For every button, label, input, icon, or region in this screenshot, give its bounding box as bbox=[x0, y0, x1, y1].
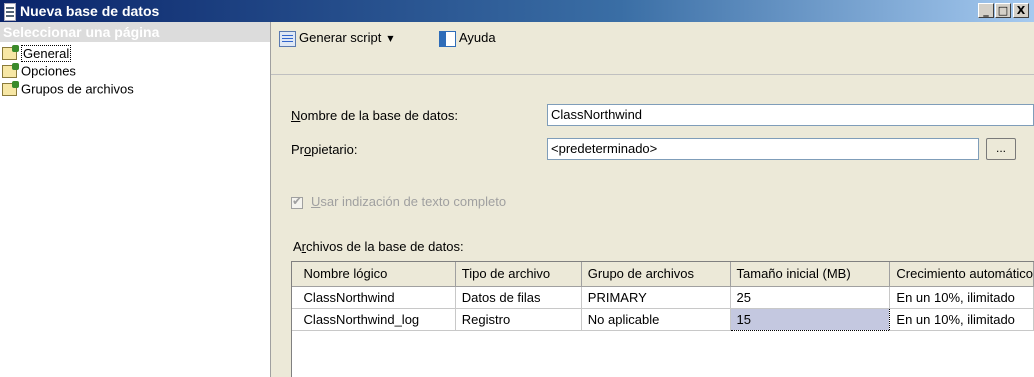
page-icon bbox=[2, 63, 19, 79]
fulltext-indexing-label: Usar indización de texto completo bbox=[311, 194, 507, 209]
cell-initial-size[interactable]: 25 bbox=[730, 286, 891, 309]
database-files-grid[interactable]: Nombre lógico Tipo de archivo Grupo de a… bbox=[291, 261, 1034, 377]
cell-file-type[interactable]: Registro bbox=[455, 308, 582, 331]
page-icon bbox=[2, 81, 19, 97]
grid-header-row: Nombre lógico Tipo de archivo Grupo de a… bbox=[292, 262, 1034, 287]
browse-owner-button[interactable]: ... bbox=[986, 138, 1016, 160]
owner-label: Propietario: bbox=[291, 142, 358, 157]
help-icon bbox=[439, 30, 456, 47]
help-label: Ayuda bbox=[459, 30, 496, 45]
db-name-label: Nombre de la base de datos: bbox=[291, 108, 458, 123]
cell-logical-name[interactable]: ClassNorthwind_log bbox=[297, 308, 456, 331]
database-icon bbox=[4, 3, 16, 21]
column-header-logical-name[interactable]: Nombre lógico bbox=[297, 262, 456, 287]
cell-filegroup[interactable]: PRIMARY bbox=[581, 286, 731, 309]
cell-file-type[interactable]: Datos de filas bbox=[455, 286, 582, 309]
page-item-grupos-de-archivos[interactable]: Grupos de archivos bbox=[2, 80, 137, 98]
maximize-button[interactable]: □ bbox=[995, 3, 1011, 18]
fulltext-indexing-checkbox[interactable]: ✔ bbox=[291, 193, 303, 209]
fulltext-indexing-option: ✔ Usar indización de texto completo bbox=[291, 194, 506, 209]
db-name-input[interactable]: ClassNorthwind bbox=[547, 104, 1034, 126]
page-selector-header: Seleccionar una página bbox=[0, 22, 270, 42]
owner-input[interactable]: <predeterminado> bbox=[547, 138, 979, 160]
minimize-button[interactable]: _ bbox=[978, 3, 994, 18]
cell-autogrowth[interactable]: En un 10%, ilimitado bbox=[889, 286, 1034, 309]
column-header-autogrowth[interactable]: Crecimiento automático bbox=[889, 262, 1034, 287]
close-button[interactable]: X bbox=[1013, 3, 1029, 18]
window-title: Nueva base de datos bbox=[20, 3, 160, 19]
page-item-opciones[interactable]: Opciones bbox=[2, 62, 79, 80]
column-header-filegroup[interactable]: Grupo de archivos bbox=[581, 262, 731, 287]
page-item-label: General bbox=[21, 44, 72, 62]
table-row[interactable]: ClassNorthwind Datos de filas PRIMARY 25… bbox=[292, 286, 1034, 309]
script-icon bbox=[279, 30, 296, 47]
column-header-initial-size[interactable]: Tamaño inicial (MB) bbox=[730, 262, 891, 287]
database-files-label: Archivos de la base de datos: bbox=[293, 239, 464, 254]
dialog-window: Nueva base de datos _ □ X Seleccionar un… bbox=[0, 0, 1034, 377]
generate-script-label: Generar script bbox=[299, 30, 382, 45]
help-button[interactable]: Ayuda bbox=[439, 28, 496, 48]
general-page: Generar script ▼ Ayuda Nombre de la base … bbox=[271, 22, 1034, 377]
page-item-label: Opciones bbox=[21, 63, 76, 79]
page-icon bbox=[2, 45, 19, 61]
cell-autogrowth[interactable]: En un 10%, ilimitado bbox=[889, 308, 1034, 331]
chevron-down-icon[interactable]: ▼ bbox=[387, 29, 393, 49]
generate-script-button[interactable]: Generar script ▼ bbox=[279, 28, 394, 48]
table-row[interactable]: ClassNorthwind_log Registro No aplicable… bbox=[292, 307, 1034, 331]
page-item-general[interactable]: General bbox=[2, 44, 74, 62]
cell-logical-name[interactable]: ClassNorthwind bbox=[297, 286, 456, 309]
column-header-file-type[interactable]: Tipo de archivo bbox=[455, 262, 582, 287]
title-bar[interactable]: Nueva base de datos _ □ X bbox=[0, 0, 1034, 22]
page-selector-pane: Seleccionar una página General Opciones … bbox=[0, 22, 271, 377]
checkmark-icon: ✔ bbox=[292, 193, 303, 208]
cell-initial-size[interactable]: 15 bbox=[729, 307, 891, 331]
page-item-label: Grupos de archivos bbox=[21, 81, 134, 97]
toolbar: Generar script ▼ Ayuda bbox=[271, 22, 1034, 75]
cell-filegroup[interactable]: No aplicable bbox=[581, 308, 731, 331]
